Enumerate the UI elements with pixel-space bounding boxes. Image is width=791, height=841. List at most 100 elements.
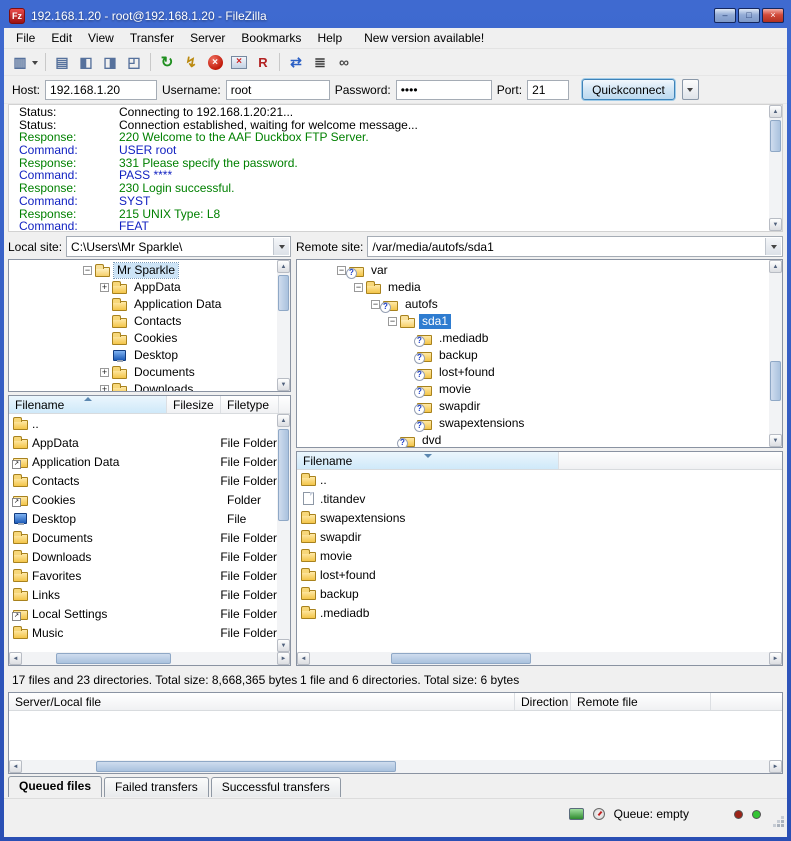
scroll-down-button[interactable] (769, 218, 782, 231)
scroll-up-button[interactable] (769, 105, 782, 118)
scroll-down-button[interactable] (769, 434, 782, 447)
menu-item[interactable]: Help (309, 29, 350, 47)
scroll-right-button[interactable] (769, 760, 782, 773)
scrollbar-thumb[interactable] (770, 120, 781, 152)
file-row[interactable]: lost+found (297, 565, 782, 584)
tree-node[interactable]: + Downloads (9, 381, 277, 391)
tree-node[interactable]: movie (297, 381, 769, 398)
local-list-vertical-scrollbar[interactable] (277, 414, 290, 652)
tree-expander[interactable]: − (371, 300, 380, 309)
tab-failed-transfers[interactable]: Failed transfers (104, 777, 209, 797)
scroll-right-button[interactable] (277, 652, 290, 665)
file-row[interactable]: .. (297, 470, 782, 489)
tree-expander[interactable]: − (388, 317, 397, 326)
menu-new-version[interactable]: New version available! (356, 29, 492, 47)
file-row[interactable]: Documents File Folder (9, 528, 277, 547)
tree-expander[interactable]: − (83, 266, 92, 275)
scroll-down-button[interactable] (277, 639, 290, 652)
file-row[interactable]: Desktop File (9, 509, 277, 528)
scrollbar-thumb[interactable] (278, 275, 289, 311)
scroll-up-button[interactable] (277, 260, 290, 273)
tree-node[interactable]: − autofs (297, 296, 769, 313)
remote-tree-vertical-scrollbar[interactable] (769, 260, 782, 447)
tree-node[interactable]: lost+found (297, 364, 769, 381)
quickconnect-button[interactable]: Quickconnect (582, 79, 675, 100)
file-row[interactable]: Downloads File Folder (9, 547, 277, 566)
resize-grip[interactable] (772, 815, 784, 827)
maximize-button[interactable]: □ (738, 8, 760, 23)
tree-node[interactable]: − Mr Sparkle (9, 262, 277, 279)
sync-browsing-button[interactable]: ⇄ (284, 51, 308, 73)
local-list-horizontal-scrollbar[interactable] (9, 652, 290, 665)
toggle-log-button[interactable]: ▤ (50, 51, 74, 73)
tree-expander[interactable]: + (100, 385, 109, 391)
site-manager-button[interactable]: ▥ (9, 51, 41, 73)
tree-node[interactable]: Desktop (9, 347, 277, 364)
host-input[interactable] (45, 80, 157, 100)
file-row[interactable]: Favorites File Folder (9, 566, 277, 585)
menu-item[interactable]: File (8, 29, 43, 47)
dropdown-caret-icon[interactable] (32, 61, 38, 68)
file-row[interactable]: swapextensions (297, 508, 782, 527)
remote-list-horizontal-scrollbar[interactable] (297, 652, 782, 665)
tree-node[interactable]: + Documents (9, 364, 277, 381)
queue-horizontal-scrollbar[interactable] (9, 760, 782, 773)
file-row[interactable]: Contacts File Folder (9, 471, 277, 490)
tab-queued-files[interactable]: Queued files (8, 776, 102, 797)
scroll-right-button[interactable] (769, 652, 782, 665)
tree-node[interactable]: backup (297, 347, 769, 364)
tree-node[interactable]: Contacts (9, 313, 277, 330)
file-row[interactable]: Application Data File Folder (9, 452, 277, 471)
close-button[interactable]: × (762, 8, 784, 23)
column-header-remote-file[interactable]: Remote file (571, 693, 711, 710)
tree-node[interactable]: swapdir (297, 398, 769, 415)
file-row[interactable]: backup (297, 584, 782, 603)
port-input[interactable] (527, 80, 569, 100)
combo-dropdown-button[interactable] (273, 238, 289, 255)
local-tree-vertical-scrollbar[interactable] (277, 260, 290, 391)
tree-node[interactable]: − media (297, 279, 769, 296)
scrollbar-thumb[interactable] (56, 653, 171, 664)
refresh-button[interactable]: ↻ (155, 51, 179, 73)
toggle-local-tree-button[interactable]: ◧ (74, 51, 98, 73)
menu-item[interactable]: Bookmarks (233, 29, 309, 47)
scrollbar-thumb[interactable] (278, 429, 289, 521)
toggle-remote-tree-button[interactable]: ◨ (98, 51, 122, 73)
tree-node[interactable]: Application Data (9, 296, 277, 313)
username-input[interactable] (226, 80, 330, 100)
file-row[interactable]: Links File Folder (9, 585, 277, 604)
column-header-filename[interactable]: Filename (9, 396, 167, 413)
menu-item[interactable]: Server (182, 29, 233, 47)
file-row[interactable]: Music File Folder (9, 623, 277, 642)
quickconnect-dropdown-button[interactable] (682, 79, 699, 100)
log-vertical-scrollbar[interactable] (769, 105, 782, 231)
file-row[interactable]: Local Settings File Folder (9, 604, 277, 623)
scrollbar-thumb[interactable] (770, 361, 781, 401)
tree-expander[interactable]: − (354, 283, 363, 292)
cancel-button[interactable]: × (203, 51, 227, 73)
file-row[interactable]: Cookies Folder (9, 490, 277, 509)
column-header-direction[interactable]: Direction (515, 693, 571, 710)
compare-button[interactable]: ≣ (308, 51, 332, 73)
file-row[interactable]: swapdir (297, 527, 782, 546)
tab-successful-transfers[interactable]: Successful transfers (211, 777, 341, 797)
scrollbar-thumb[interactable] (96, 761, 396, 772)
scroll-left-button[interactable] (9, 760, 22, 773)
disconnect-button[interactable]: × (227, 51, 251, 73)
menu-item[interactable]: View (80, 29, 122, 47)
tree-node[interactable]: − sda1 (297, 313, 769, 330)
toggle-queue-button[interactable]: ◰ (122, 51, 146, 73)
reconnect-button[interactable]: R (251, 51, 275, 73)
tree-node[interactable]: swapextensions (297, 415, 769, 432)
scroll-up-button[interactable] (277, 414, 290, 427)
file-row[interactable]: .. (9, 414, 277, 433)
menu-item[interactable]: Transfer (122, 29, 182, 47)
scroll-left-button[interactable] (9, 652, 22, 665)
column-header-filetype[interactable]: Filetype (221, 396, 279, 413)
combo-dropdown-button[interactable] (765, 238, 781, 255)
password-input[interactable] (396, 80, 492, 100)
process-queue-button[interactable]: ↯ (179, 51, 203, 73)
tree-expander[interactable]: − (337, 266, 346, 275)
file-row[interactable]: .titandev (297, 489, 782, 508)
minimize-button[interactable]: – (714, 8, 736, 23)
